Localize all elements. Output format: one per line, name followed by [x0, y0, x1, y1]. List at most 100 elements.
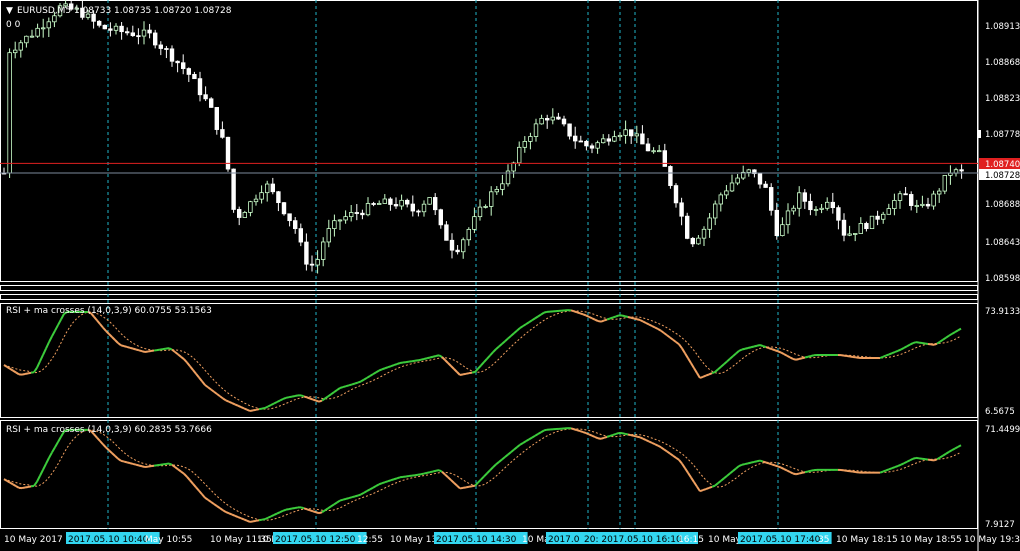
window-dropdown-icon[interactable]: ▼ — [6, 6, 13, 16]
candle-body — [24, 35, 29, 44]
rsi1-rsi-segment — [657, 328, 662, 332]
rsi2-rsi-segment — [318, 511, 323, 515]
rsi2-rsi-segment — [231, 513, 236, 517]
rsi1-rsi-segment — [939, 338, 944, 343]
rsi1-rsi-segment — [279, 398, 284, 402]
rsi2-rsi-segment — [27, 485, 32, 488]
rsi1-rsi-segment — [480, 361, 485, 367]
rsi1-rsi-segment — [309, 397, 314, 401]
rsi1-rsi-segment — [252, 408, 257, 412]
candle-body — [785, 210, 791, 226]
rsi2-rsi-segment — [393, 477, 398, 481]
candle-body — [735, 177, 740, 184]
time-label: 10 May 18:15 — [836, 535, 898, 545]
candle-body — [707, 217, 712, 230]
rsi2-rsi-segment — [432, 469, 437, 473]
rsi2-rsi-segment — [660, 446, 665, 451]
rsi2-rsi-segment — [645, 439, 650, 443]
candle-body — [567, 123, 572, 137]
rsi2-rsi-segment — [519, 442, 524, 446]
rsi1-rsi-segment — [198, 376, 203, 382]
rsi2-rsi-segment — [447, 476, 452, 481]
rsi2-rsi-segment — [801, 471, 806, 474]
candle-body — [724, 190, 729, 196]
rsi2-rsi-segment — [543, 428, 548, 432]
rsi1-signal-line — [3, 310, 962, 410]
rsi2-rsi-segment — [300, 506, 305, 510]
rsi2-rsi-segment — [435, 469, 440, 472]
rsi2-rsi-segment — [54, 441, 59, 448]
rsi2-rsi-segment — [879, 470, 884, 474]
rsi1-rsi-segment — [741, 347, 746, 351]
rsi2-rsi-segment — [765, 461, 770, 465]
candle-body — [449, 239, 455, 251]
rsi1-rsi-segment — [210, 388, 215, 393]
rsi1-rsi-segment — [468, 371, 473, 375]
candle-body — [858, 223, 863, 234]
rsi1-rsi-segment — [294, 394, 299, 397]
candle-body — [942, 175, 947, 192]
candle-body — [914, 205, 919, 207]
rsi1-rsi-segment — [342, 385, 347, 389]
rsi2-rsi-segment — [750, 460, 755, 464]
rsi1-rsi-segment — [30, 371, 35, 374]
rsi1-rsi-segment — [786, 354, 791, 359]
rsi1-rsi-segment — [222, 397, 227, 402]
rsi2-rsi-segment — [360, 491, 365, 496]
rsi1-rsi-segment — [378, 368, 383, 372]
rsi1-rsi-segment — [171, 348, 176, 353]
time-label: 16:15 — [678, 535, 704, 545]
empty-subwindow-1 — [0, 285, 978, 291]
rsi2-rsi-segment — [882, 469, 887, 473]
chart-canvas[interactable]: ▼ EURUSD,M5 1.08733 1.08735 1.08720 1.08… — [0, 0, 1020, 551]
candle-body — [41, 27, 46, 30]
rsi2-rsi-segment — [672, 454, 677, 459]
rsi2-rsi-segment — [423, 471, 428, 475]
candle-body — [948, 172, 953, 176]
rsi1-rsi-segment — [288, 395, 293, 399]
rsi2-rsi-segment — [390, 478, 395, 482]
candle-body — [298, 228, 303, 243]
rsi1-rsi-segment — [738, 348, 743, 352]
rsi2-rsi-segment — [933, 458, 938, 462]
candle-body — [662, 150, 667, 167]
candle-body — [477, 206, 483, 218]
rsi1-rsi-segment — [747, 346, 752, 349]
rsi1-rsi-segment — [216, 393, 221, 398]
rsi2-rsi-segment — [99, 440, 104, 446]
candle-body — [959, 169, 964, 172]
rsi2-rsi-segment — [591, 434, 596, 438]
rsi2-rsi-segment — [111, 452, 116, 457]
rsi1-rsi-segment — [381, 367, 386, 371]
rsi2-rsi-segment — [957, 444, 962, 448]
rsi1-rsi-segment — [600, 319, 605, 323]
rsi2-rsi-segment — [96, 437, 101, 442]
rsi1-rsi-segment — [213, 390, 218, 395]
candle-body — [836, 207, 841, 221]
candle-body — [393, 204, 399, 207]
rsi2-min-label: 7.9127 — [985, 520, 1015, 530]
rsi1-rsi-segment — [234, 403, 239, 407]
candle-body — [869, 215, 875, 230]
rsi1-rsi-segment — [219, 395, 224, 400]
candle-body — [416, 210, 421, 213]
rsi2-rsi-segment — [906, 459, 911, 463]
rsi1-rsi-segment — [495, 345, 500, 350]
rsi1-rsi-segment — [201, 380, 206, 386]
time-label: 12:55 — [357, 535, 383, 545]
rsi2-rsi-segment — [528, 436, 533, 441]
rsi2-rsi-segment — [885, 468, 890, 472]
candle-body — [12, 49, 18, 54]
candle-body — [617, 134, 623, 138]
rsi1-rsi-segment — [108, 333, 113, 338]
rsi2-rsi-segment — [777, 465, 782, 469]
rsi2-rsi-segment — [522, 440, 527, 444]
candle-body — [460, 239, 466, 253]
rsi1-rsi-segment — [390, 364, 395, 368]
current-price-label: 1.08728 — [985, 171, 1020, 181]
rsi2-rsi-segment — [723, 475, 728, 480]
rsi2-rsi-segment — [675, 456, 680, 461]
rsi1-rsi-segment — [270, 402, 275, 406]
price-label: 1.08823 — [985, 94, 1020, 104]
rsi1-rsi-segment — [27, 371, 32, 375]
